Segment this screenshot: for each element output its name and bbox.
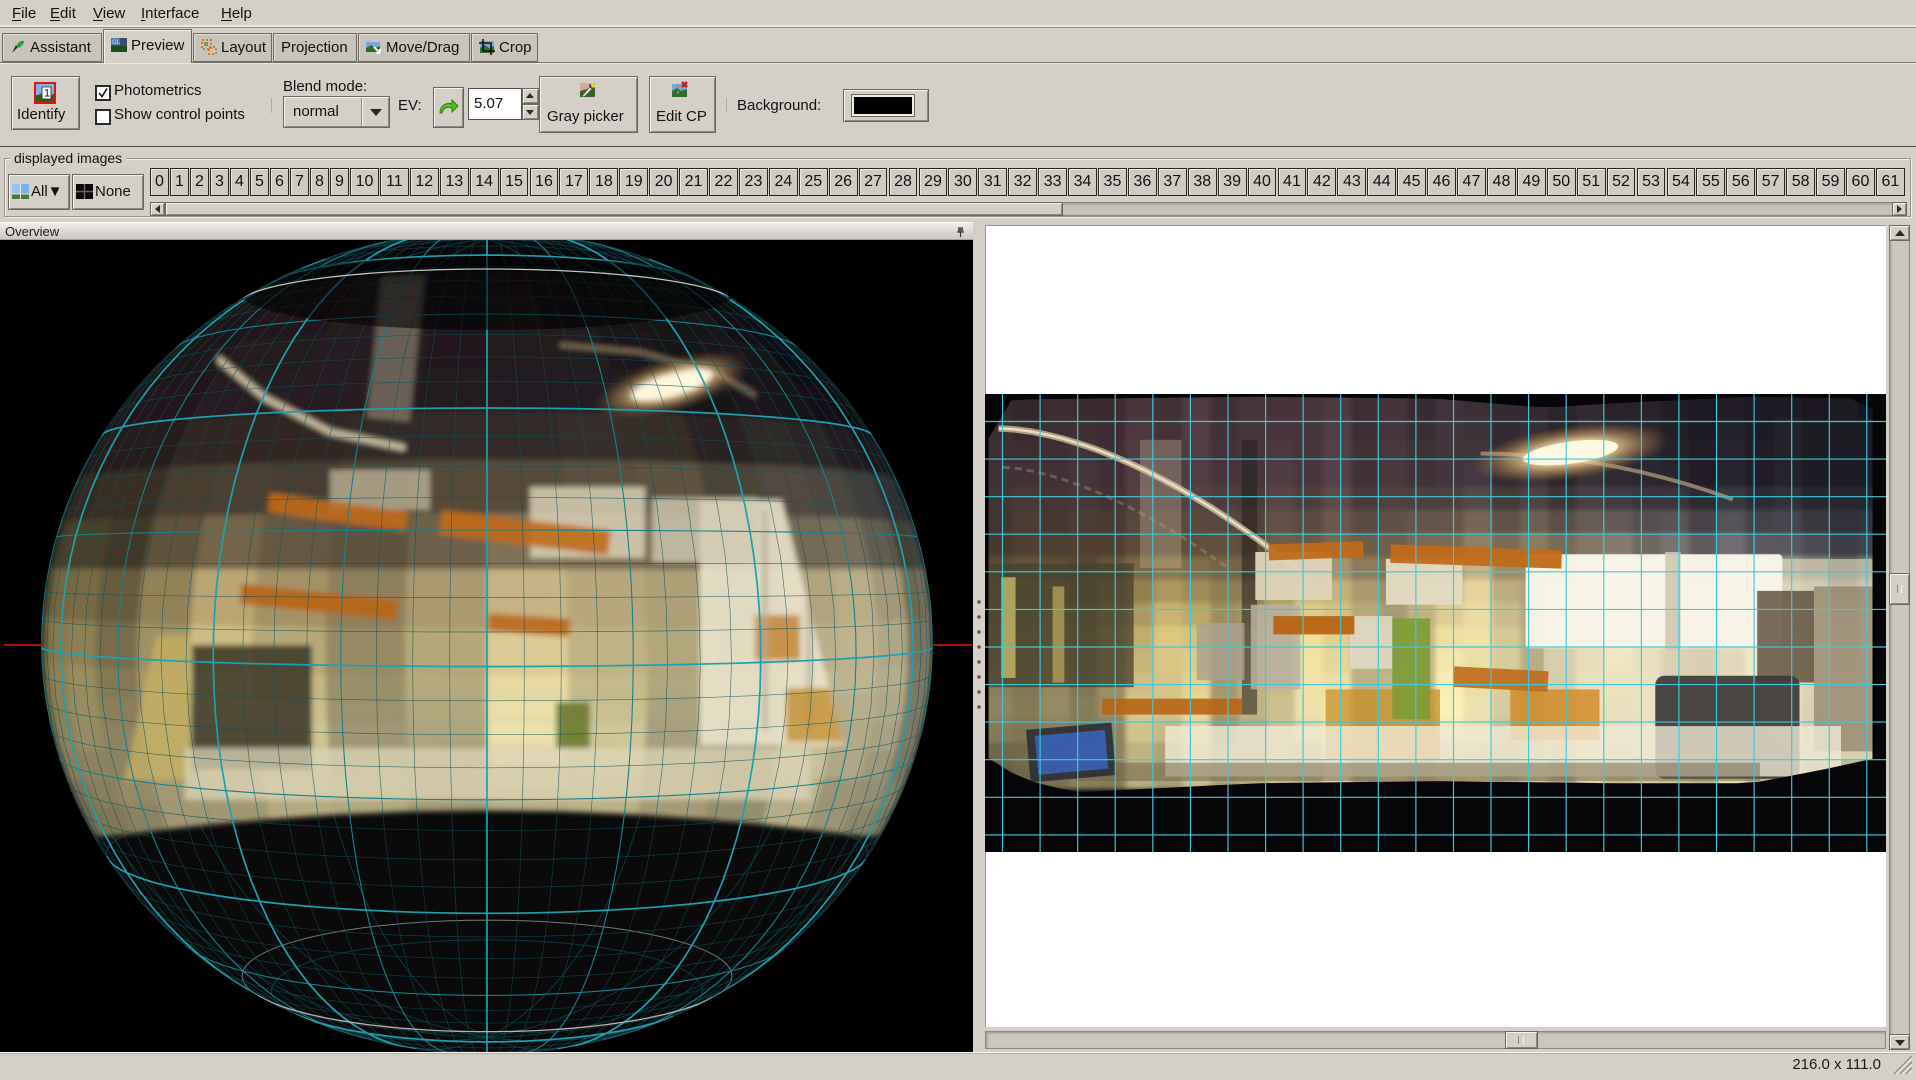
svg-text:1: 1	[44, 88, 50, 100]
svg-text:GL: GL	[112, 40, 121, 46]
